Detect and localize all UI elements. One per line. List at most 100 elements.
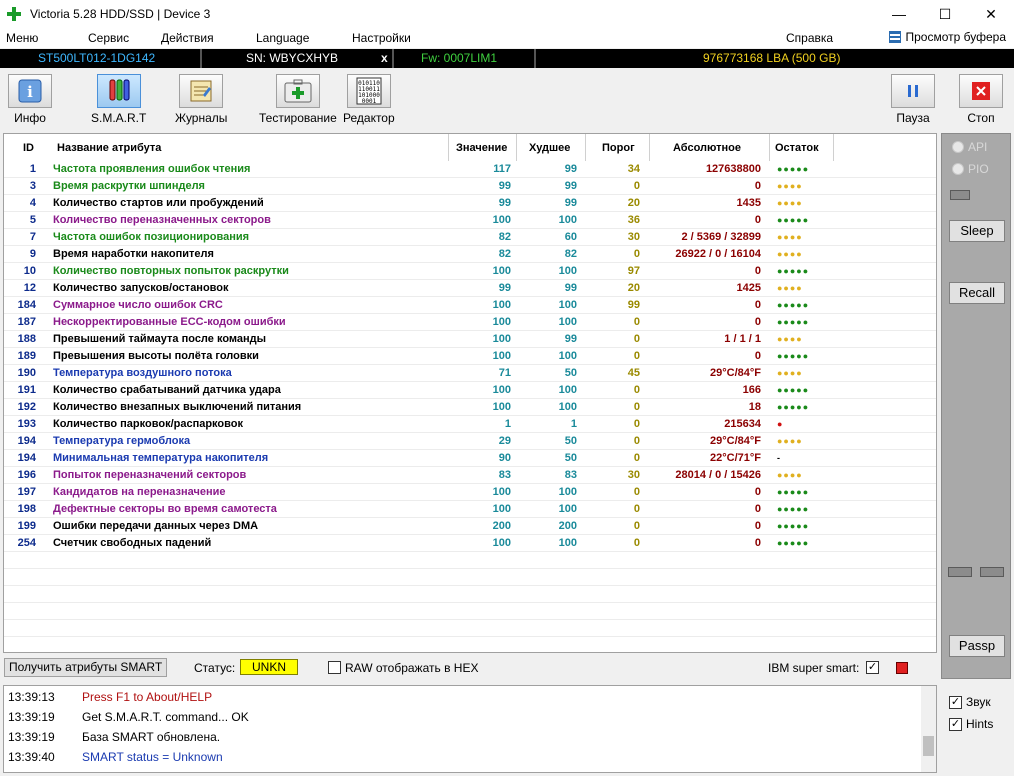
attr-value: 100: [492, 503, 511, 515]
log-line: 13:39:13 Press F1 to About/HELP: [8, 690, 212, 704]
api-label: API: [968, 140, 988, 154]
table-row[interactable]: 196 Попыток переназначений секторов 83 83 30…: [4, 467, 936, 484]
menu-item-language[interactable]: Language: [256, 31, 309, 45]
table-row[interactable]: 199 Ошибки передачи данных через DMA 200 20…: [4, 518, 936, 535]
header-remaining[interactable]: Остаток: [775, 142, 819, 154]
menu-item-settings[interactable]: Настройки: [352, 31, 411, 45]
log-line: 13:39:19 Get S.M.A.R.T. command... OK: [8, 710, 249, 724]
attr-threshold: 30: [627, 231, 640, 243]
raw-hex-checkbox[interactable]: [328, 661, 341, 674]
sleep-button[interactable]: Sleep: [949, 220, 1005, 242]
close-button[interactable]: ✕: [968, 0, 1014, 28]
hints-toggle[interactable]: ✓ Hints: [949, 717, 993, 731]
table-row[interactable]: 192 Количество внезапных выключений питан…: [4, 399, 936, 416]
attr-remaining: -: [777, 453, 781, 463]
smart-button[interactable]: S.M.A.R.T: [91, 74, 146, 125]
header-threshold[interactable]: Порог: [602, 142, 635, 154]
table-row[interactable]: 187 Нескорректированные ECC-кодом ошибки 1…: [4, 314, 936, 331]
attr-remaining: ●: [777, 419, 784, 429]
info-label: Инфо: [14, 111, 46, 125]
table-row[interactable]: 198 Дефектные секторы во время самотеста 1…: [4, 501, 936, 518]
pause-icon: [891, 74, 935, 108]
attr-remaining: ●●●●: [777, 249, 803, 259]
maximize-button[interactable]: ☐: [922, 0, 968, 28]
attr-id: 197: [17, 486, 36, 498]
header-worst[interactable]: Худшее: [529, 142, 570, 154]
sound-checkbox[interactable]: ✓: [949, 695, 962, 709]
attr-threshold: 0: [633, 503, 640, 515]
api-radio[interactable]: API: [952, 140, 987, 154]
header-value[interactable]: Значение: [456, 142, 507, 154]
sound-toggle[interactable]: ✓ Звук: [949, 695, 991, 709]
table-row[interactable]: 194 Температура гермоблока 29 50 0 29°C/84°F ●…: [4, 433, 936, 450]
table-row[interactable]: 9 Время наработки накопителя 82 82 0 26922 / …: [4, 246, 936, 263]
info-button[interactable]: i Инфо: [8, 74, 52, 125]
attr-threshold: 36: [627, 214, 640, 226]
log-scrollbar[interactable]: [921, 686, 936, 772]
menu-item-help[interactable]: Справка: [786, 31, 833, 45]
table-row[interactable]: 184 Суммарное число ошибок CRC 100 100 99 0 ●●…: [4, 297, 936, 314]
stop-button[interactable]: Стоп: [959, 74, 1003, 125]
pause-button[interactable]: Пауза: [891, 74, 935, 125]
table-row[interactable]: 197 Кандидатов на переназначение 100 100 0 0 ●…: [4, 484, 936, 501]
svg-text:0001: 0001: [362, 98, 377, 105]
attr-remaining: ●●●●: [777, 181, 803, 191]
table-header: ID Название атрибута Значение Худшее Пор…: [4, 134, 936, 161]
attr-threshold: 0: [633, 180, 640, 192]
get-smart-button[interactable]: Получить атрибуты SMART: [4, 658, 168, 677]
attr-name: Ошибки передачи данных через DMA: [53, 520, 259, 532]
sound-label: Звук: [966, 695, 991, 709]
empty-row: [4, 620, 936, 637]
attr-absolute: 0: [754, 316, 761, 328]
attr-absolute: 0: [754, 299, 761, 311]
table-row[interactable]: 5 Количество переназначенных секторов 100 1…: [4, 212, 936, 229]
table-row[interactable]: 10 Количество повторных попыток раскрутки…: [4, 263, 936, 280]
log-scrollbar-thumb[interactable]: [923, 736, 934, 756]
testing-button[interactable]: Тестирование: [259, 74, 337, 125]
attr-worst: 100: [558, 350, 577, 362]
table-row[interactable]: 254 Счетчик свободных падений 100 100 0 0 ●●●●…: [4, 535, 936, 552]
buffer-view-button[interactable]: Просмотр буфера: [889, 30, 1006, 44]
table-row[interactable]: 189 Превышения высоты полёта головки 100 10…: [4, 348, 936, 365]
header-absolute[interactable]: Абсолютное: [673, 142, 741, 154]
table-row[interactable]: 190 Температура воздушного потока 71 50 45 29…: [4, 365, 936, 382]
log-panel[interactable]: 13:39:13 Press F1 to About/HELP 13:39:19 Ge…: [3, 685, 937, 773]
attr-id: 199: [17, 520, 36, 532]
menu-item-service[interactable]: Сервис: [88, 31, 129, 45]
table-row[interactable]: 7 Частота ошибок позиционирования 82 60 30 2 …: [4, 229, 936, 246]
logs-button[interactable]: Журналы: [175, 74, 227, 125]
attr-name: Попыток переназначений секторов: [53, 469, 247, 481]
table-row[interactable]: 191 Количество срабатываний датчика удара…: [4, 382, 936, 399]
attr-absolute: 0: [754, 350, 761, 362]
smart-table[interactable]: ID Название атрибута Значение Худшее Пор…: [3, 133, 937, 653]
table-row[interactable]: 193 Количество парковок/распарковок 1 1 0 215…: [4, 416, 936, 433]
attr-value: 100: [492, 316, 511, 328]
hints-checkbox[interactable]: ✓: [949, 717, 962, 731]
menu-item-menu[interactable]: Меню: [6, 31, 38, 45]
ibm-super-smart-checkbox[interactable]: ✓: [866, 661, 879, 674]
attr-value: 100: [492, 299, 511, 311]
passp-button[interactable]: Passp: [949, 635, 1005, 657]
minimize-button[interactable]: —: [876, 0, 922, 28]
editor-button[interactable]: 010110 110011 101000 0001 Редактор: [343, 74, 395, 125]
header-name[interactable]: Название атрибута: [57, 142, 161, 154]
header-id[interactable]: ID: [23, 142, 34, 154]
table-row[interactable]: 12 Количество запусков/остановок 99 99 20 142…: [4, 280, 936, 297]
attr-threshold: 97: [627, 265, 640, 277]
drive-close-button[interactable]: x: [381, 51, 388, 65]
table-row[interactable]: 188 Превышений таймаута после команды 100 9…: [4, 331, 936, 348]
attr-remaining: ●●●●●: [777, 300, 810, 310]
attr-value: 100: [492, 350, 511, 362]
table-row[interactable]: 4 Количество стартов или пробуждений 99 99 2…: [4, 195, 936, 212]
attr-name: Суммарное число ошибок CRC: [53, 299, 223, 311]
table-row[interactable]: 194 Минимальная температура накопителя 90 5…: [4, 450, 936, 467]
log-line: 13:39:40 SMART status = Unknown: [8, 750, 223, 764]
menu-item-actions[interactable]: Действия: [161, 31, 214, 45]
attr-value: 83: [498, 469, 511, 481]
recall-button[interactable]: Recall: [949, 282, 1005, 304]
attr-name: Количество парковок/распарковок: [53, 418, 243, 430]
pio-radio[interactable]: PIO: [952, 162, 989, 176]
table-row[interactable]: 1 Частота проявления ошибок чтения 117 99 34…: [4, 161, 936, 178]
table-row[interactable]: 3 Время раскрутки шпинделя 99 99 0 0 ●●●●: [4, 178, 936, 195]
attr-value: 90: [498, 452, 511, 464]
